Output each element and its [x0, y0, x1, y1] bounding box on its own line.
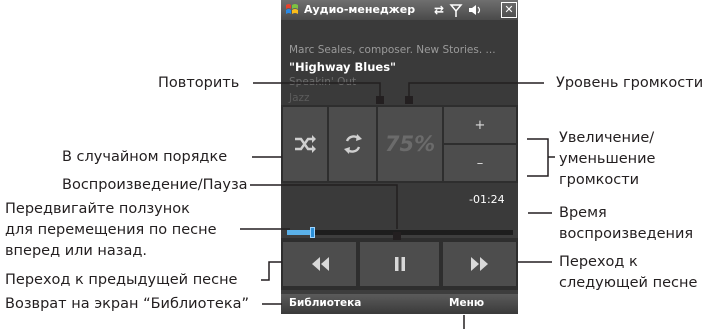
- softkey-bar: Библиотека Меню: [281, 294, 518, 314]
- shuffle-icon: [295, 135, 316, 153]
- menu-softkey[interactable]: Меню: [449, 297, 484, 309]
- library-softkey[interactable]: Библиотека: [289, 297, 361, 309]
- callout-play-pause: Воспроизведение/Пауза: [62, 177, 248, 193]
- artist-line: Marc Seales, composer. New Stories. ...: [289, 44, 496, 56]
- shuffle-button[interactable]: [283, 107, 327, 181]
- sync-arrows-icon[interactable]: ⇄: [432, 2, 446, 18]
- rewind-icon: [311, 257, 329, 271]
- signal-icon[interactable]: [449, 2, 463, 18]
- volume-up-label: +: [474, 117, 486, 133]
- repeat-button[interactable]: [329, 107, 376, 181]
- genre-name: Jazz: [289, 92, 310, 104]
- album-name: Speakin' Out: [289, 76, 357, 88]
- close-icon[interactable]: ✕: [501, 2, 517, 18]
- callout-volume-change-1: Увеличение/: [559, 130, 655, 146]
- line-volume-change: [527, 138, 549, 177]
- callout-volume-change-3: громкости: [559, 172, 640, 188]
- play-pause-button[interactable]: [360, 242, 439, 286]
- screen-bottom-margin: [281, 314, 518, 329]
- callout-volume-change-2: уменьшение: [559, 151, 656, 167]
- title-bar: Аудио-менеджер ⇄ ✕: [281, 0, 518, 20]
- control-row: 75% + –: [281, 105, 518, 183]
- window-title: Аудио-менеджер: [304, 3, 416, 16]
- next-button[interactable]: [443, 242, 516, 286]
- volume-down-button[interactable]: –: [444, 145, 516, 181]
- song-title: "Highway Blues": [289, 60, 397, 74]
- line-previous: [261, 261, 282, 281]
- callout-slider-2: для перемещения по песне: [5, 222, 217, 238]
- callout-slider-1: Передвигайте ползунок: [5, 201, 190, 217]
- callout-next-1: Переход к: [559, 254, 638, 270]
- navigation-row: [281, 238, 518, 290]
- slider-thumb[interactable]: [310, 227, 315, 238]
- volume-up-button[interactable]: +: [444, 107, 516, 143]
- fast-forward-icon: [470, 257, 488, 271]
- volume-level-text: 75%: [384, 132, 436, 156]
- audio-manager-screen: Аудио-менеджер ⇄ ✕ Marc Seales, composer…: [281, 0, 518, 329]
- callout-library: Возврат на экран “Библиотека”: [5, 296, 250, 312]
- progress-slider[interactable]: [287, 227, 513, 238]
- callout-repeat: Повторить: [158, 75, 240, 91]
- callout-previous: Переход к предыдущей песне: [5, 272, 238, 288]
- volume-down-label: –: [476, 155, 484, 171]
- pause-icon: [394, 257, 405, 271]
- callout-next-2: следующей песне: [559, 275, 698, 291]
- callout-shuffle: В случайном порядке: [62, 149, 228, 165]
- callout-time-1: Время: [559, 205, 607, 221]
- progress-fill: [287, 230, 312, 235]
- start-flag-icon[interactable]: [284, 2, 300, 18]
- playback-time-area: -01:24: [281, 183, 518, 238]
- time-remaining: -01:24: [469, 193, 505, 206]
- speaker-icon[interactable]: [467, 2, 483, 18]
- volume-level-display: 75%: [378, 107, 442, 181]
- callout-volume-level: Уровень громкости: [556, 75, 704, 91]
- previous-button[interactable]: [283, 242, 356, 286]
- callout-time-2: воспроизведения: [559, 226, 694, 242]
- repeat-icon: [343, 134, 362, 154]
- callout-slider-3: вперед или назад.: [5, 243, 148, 259]
